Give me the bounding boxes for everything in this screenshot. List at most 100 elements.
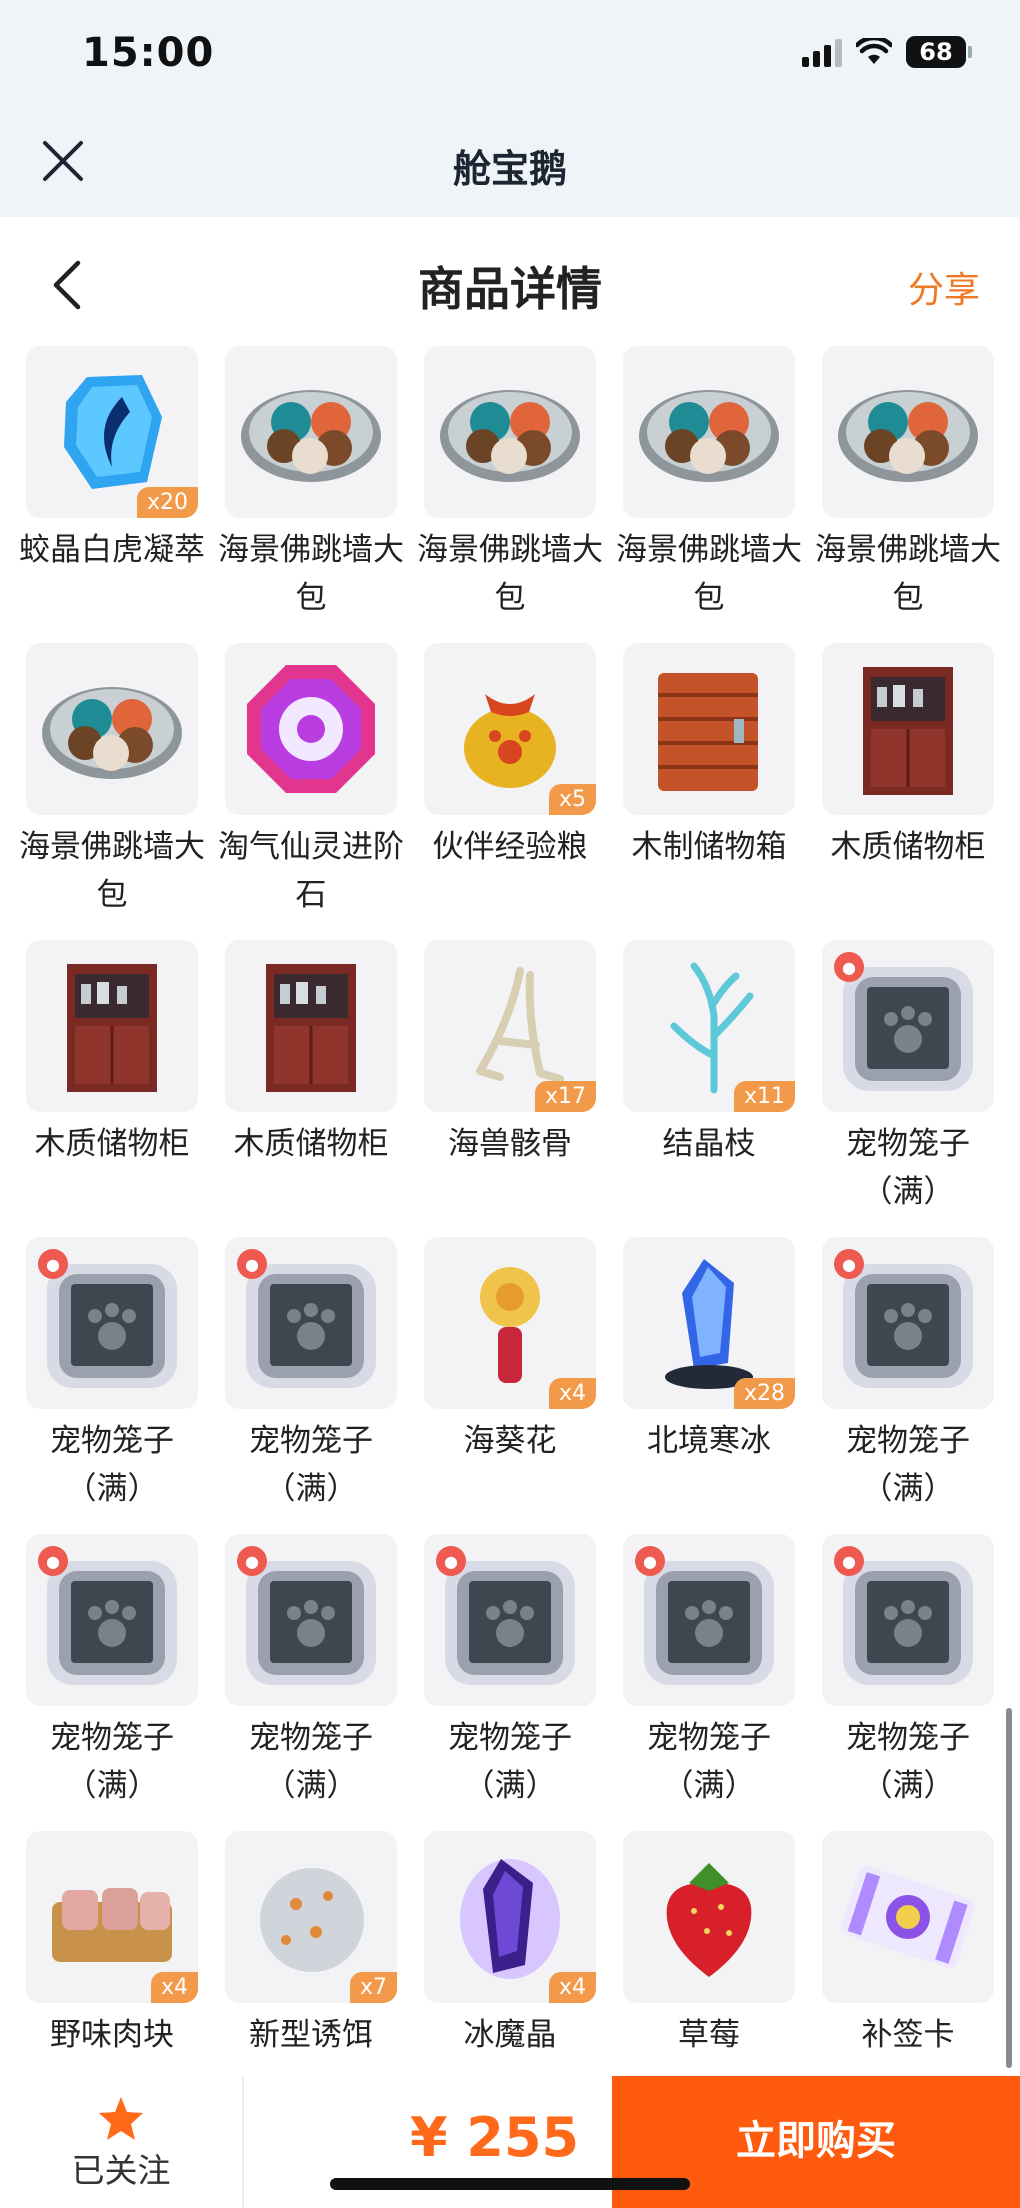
item-name: 蛟晶白虎凝萃 xyxy=(19,532,205,568)
item-thumbnail[interactable] xyxy=(623,1831,795,2003)
item-thumbnail[interactable] xyxy=(424,346,596,518)
item-name: 木质储物柜 xyxy=(34,1126,190,1162)
item-cell[interactable]: ● 宠物笼子（满） xyxy=(225,1534,397,1831)
item-cell[interactable]: 木质储物柜 xyxy=(225,940,397,1237)
item-cell[interactable]: ● 宠物笼子（满） xyxy=(822,940,994,1237)
item-cell[interactable]: x4 海葵花 xyxy=(424,1237,596,1534)
item-thumbnail[interactable] xyxy=(26,643,198,815)
item-name: 海葵花 xyxy=(463,1423,557,1459)
item-name: 宠物笼子（满） xyxy=(647,1720,771,1804)
scrollbar[interactable] xyxy=(1006,1708,1012,2068)
dumpling-plate-icon xyxy=(435,372,585,492)
follow-button[interactable]: 已关注 xyxy=(0,2076,244,2208)
ticket-icon xyxy=(833,1857,983,1977)
item-cell[interactable]: ● 宠物笼子（满） xyxy=(822,1534,994,1831)
item-thumbnail[interactable] xyxy=(26,940,198,1112)
app-title: 舱宝鹅 xyxy=(452,147,567,191)
item-cell[interactable]: 海景佛跳墙大包 xyxy=(19,643,205,940)
item-thumbnail[interactable] xyxy=(822,346,994,518)
item-cell[interactable]: 海景佛跳墙大包 xyxy=(815,346,1001,643)
quantity-badge: x5 xyxy=(548,784,596,815)
dumpling-plate-icon xyxy=(833,372,983,492)
item-thumbnail[interactable]: ● xyxy=(225,1237,397,1409)
item-thumbnail[interactable]: ● xyxy=(822,1237,994,1409)
item-cell[interactable]: ● 宠物笼子（满） xyxy=(623,1534,795,1831)
item-thumbnail[interactable]: x4 xyxy=(424,1831,596,2003)
item-name: 宠物笼子（满） xyxy=(50,1423,174,1507)
item-thumbnail[interactable]: x28 xyxy=(623,1237,795,1409)
paw-badge-icon: ● xyxy=(38,1546,68,1576)
item-thumbnail[interactable] xyxy=(623,346,795,518)
item-thumbnail[interactable]: ● xyxy=(26,1237,198,1409)
paw-badge-icon: ● xyxy=(834,952,864,982)
top-area: 15:00 68 舱宝鹅 xyxy=(0,0,1020,217)
item-thumbnail[interactable]: x5 xyxy=(424,643,596,815)
item-thumbnail[interactable]: x4 xyxy=(26,1831,198,2003)
item-thumbnail[interactable]: ● xyxy=(26,1534,198,1706)
item-cell[interactable]: 海景佛跳墙大包 xyxy=(218,346,404,643)
item-cell[interactable]: 海景佛跳墙大包 xyxy=(616,346,802,643)
strawberry-icon xyxy=(649,1847,769,1987)
item-thumbnail[interactable] xyxy=(822,1831,994,2003)
item-cell[interactable]: x17 海兽骸骨 xyxy=(424,940,596,1237)
price: ¥ 255 xyxy=(410,2106,580,2169)
page-header: 商品详情 分享 xyxy=(0,217,1020,347)
purple-crystal-icon xyxy=(455,1847,565,1987)
item-cell[interactable]: x20 蛟晶白虎凝萃 xyxy=(19,346,205,643)
item-cell[interactable]: x5 伙伴经验粮 xyxy=(424,643,596,940)
item-thumbnail[interactable]: ● xyxy=(822,940,994,1112)
item-cell[interactable]: 木质储物柜 xyxy=(26,940,198,1237)
food-bag-icon xyxy=(445,664,575,794)
item-name: 冰魔晶 xyxy=(463,2017,557,2053)
item-cell[interactable]: ● 宠物笼子（满） xyxy=(424,1534,596,1831)
item-thumbnail[interactable]: x11 xyxy=(623,940,795,1112)
paw-badge-icon: ● xyxy=(635,1546,665,1576)
item-thumbnail[interactable]: x20 xyxy=(26,346,198,518)
paw-badge-icon: ● xyxy=(834,1249,864,1279)
item-grid: x20 蛟晶白虎凝萃 海景佛跳墙大包 海景佛跳墙大包 海景佛跳墙大包 海景佛跳墙大包 海景佛… xyxy=(19,346,1006,2128)
item-thumbnail[interactable] xyxy=(623,643,795,815)
item-thumbnail[interactable]: x7 xyxy=(225,1831,397,2003)
item-cell[interactable]: 木制储物箱 xyxy=(623,643,795,940)
quantity-badge: x4 xyxy=(548,1972,596,2003)
gem-icon xyxy=(52,367,172,497)
item-thumbnail[interactable]: ● xyxy=(225,1534,397,1706)
item-thumbnail[interactable]: x4 xyxy=(424,1237,596,1409)
item-cell[interactable]: ● 宠物笼子（满） xyxy=(225,1237,397,1534)
item-thumbnail[interactable] xyxy=(822,643,994,815)
item-name: 结晶枝 xyxy=(662,1126,756,1162)
home-indicator xyxy=(330,2178,690,2190)
item-thumbnail[interactable]: ● xyxy=(822,1534,994,1706)
battery-icon: 68 xyxy=(906,36,972,68)
item-cell[interactable]: 淘气仙灵进阶石 xyxy=(218,643,404,940)
item-name: 木制储物箱 xyxy=(631,829,787,865)
item-cell[interactable]: x28 北境寒冰 xyxy=(623,1237,795,1534)
flower-icon xyxy=(450,1253,570,1393)
share-button[interactable]: 分享 xyxy=(908,261,980,313)
star-icon xyxy=(99,2097,143,2140)
bait-icon xyxy=(246,1852,376,1982)
item-cell[interactable]: ● 宠物笼子（满） xyxy=(26,1534,198,1831)
status-icons: 68 xyxy=(802,36,972,68)
item-name: 海景佛跳墙大包 xyxy=(19,829,205,913)
item-cell[interactable]: ● 宠物笼子（满） xyxy=(822,1237,994,1534)
item-cell[interactable]: ● 宠物笼子（满） xyxy=(26,1237,198,1534)
item-name: 伙伴经验粮 xyxy=(432,829,588,865)
item-cell[interactable]: 木质储物柜 xyxy=(822,643,994,940)
item-name: 木质储物柜 xyxy=(830,829,986,865)
item-thumbnail[interactable]: x17 xyxy=(424,940,596,1112)
item-thumbnail[interactable] xyxy=(225,643,397,815)
item-cell[interactable]: 海景佛跳墙大包 xyxy=(417,346,603,643)
item-thumbnail[interactable]: ● xyxy=(623,1534,795,1706)
item-thumbnail[interactable] xyxy=(225,940,397,1112)
bone-icon xyxy=(440,961,580,1091)
item-name: 补签卡 xyxy=(861,2017,955,2053)
paw-badge-icon: ● xyxy=(38,1249,68,1279)
item-name: 木质储物柜 xyxy=(233,1126,389,1162)
item-thumbnail[interactable]: ● xyxy=(424,1534,596,1706)
item-thumbnail[interactable] xyxy=(225,346,397,518)
quantity-badge: x28 xyxy=(733,1378,795,1409)
item-name: 宠物笼子（满） xyxy=(846,1126,970,1210)
item-cell[interactable]: x11 结晶枝 xyxy=(623,940,795,1237)
paw-badge-icon: ● xyxy=(237,1249,267,1279)
